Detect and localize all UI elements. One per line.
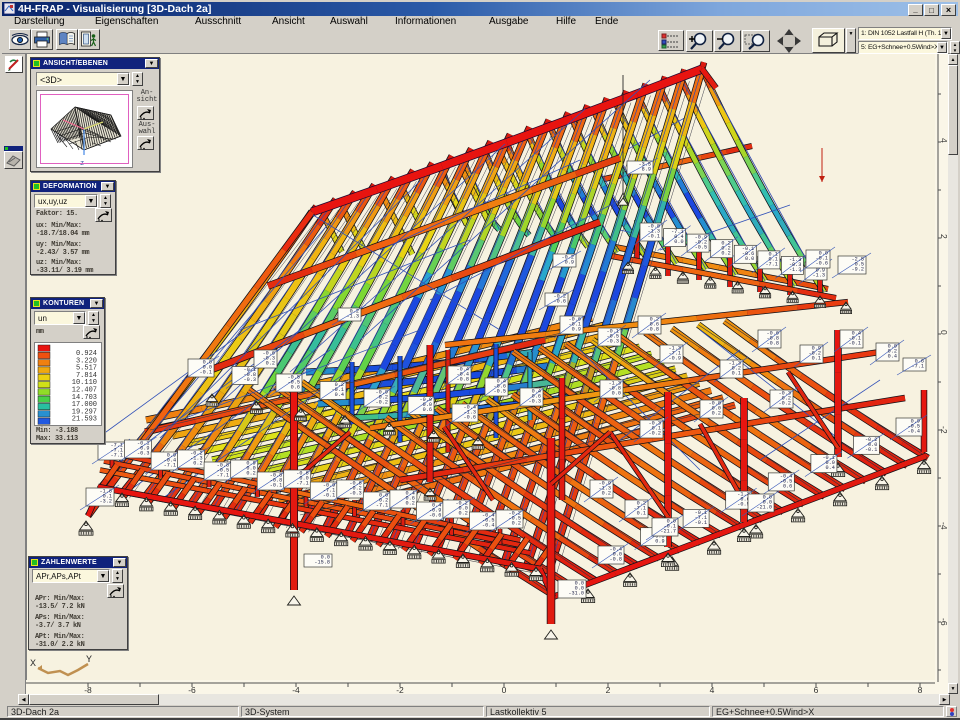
svg-text:-21.7: -21.7 (660, 529, 676, 535)
svg-text:0.2: 0.2 (246, 471, 255, 477)
svg-text:-0.8: -0.8 (647, 327, 659, 333)
svg-text:0.4: 0.4 (888, 354, 897, 360)
svg-text:-7.1: -7.1 (111, 453, 123, 459)
svg-text:-0.5: -0.5 (695, 245, 707, 251)
svg-text:0.4: 0.4 (335, 392, 344, 398)
svg-text:-0.4: -0.4 (482, 523, 494, 529)
svg-text:0: 0 (939, 330, 948, 335)
svg-text:0.0: 0.0 (745, 256, 754, 262)
svg-text:0.9: 0.9 (565, 260, 574, 266)
svg-text:-7.1: -7.1 (912, 364, 924, 370)
svg-text:-0.9: -0.9 (669, 356, 681, 362)
svg-text:0.6: 0.6 (423, 407, 432, 413)
svg-text:8.9: 8.9 (642, 167, 651, 173)
svg-text:0.9: 0.9 (572, 327, 581, 333)
svg-text:-21.0: -21.0 (756, 505, 772, 511)
svg-text:-9.2: -9.2 (852, 267, 864, 273)
svg-text:0.2: 0.2 (721, 250, 730, 256)
svg-text:0.2: 0.2 (193, 461, 202, 467)
svg-text:-0.3: -0.3 (137, 451, 149, 457)
svg-text:0.0: 0.0 (674, 239, 683, 245)
svg-text:-0.8: -0.8 (610, 557, 622, 563)
svg-text:-0.1: -0.1 (865, 447, 877, 453)
svg-text:-0.6: -0.6 (816, 261, 828, 267)
svg-text:-7.1: -7.1 (376, 503, 388, 509)
svg-text:-0.3: -0.3 (349, 491, 361, 497)
svg-text:-6: -6 (939, 618, 948, 626)
svg-text:0.6: 0.6 (291, 385, 300, 391)
svg-text:0.6: 0.6 (783, 484, 792, 490)
svg-text:-0.5: -0.5 (494, 389, 506, 395)
svg-text:-7.1: -7.1 (765, 262, 777, 268)
svg-text:0.1: 0.1 (637, 511, 646, 517)
svg-text:-0.6: -0.6 (464, 415, 476, 421)
svg-text:-7.1: -7.1 (296, 481, 308, 487)
svg-text:0.2: 0.2 (266, 361, 275, 367)
svg-text:-0.2: -0.2 (779, 401, 791, 407)
svg-text:0.2: 0.2 (712, 411, 721, 417)
svg-text:-1.3: -1.3 (789, 267, 801, 273)
svg-text:0.0: 0.0 (612, 391, 621, 397)
svg-text:-0.1: -0.1 (200, 370, 212, 376)
svg-text:-0.3: -0.3 (244, 377, 256, 383)
svg-text:0.2: 0.2 (406, 501, 415, 507)
svg-text:-0.6: -0.6 (554, 299, 566, 305)
svg-text:0.2: 0.2 (602, 491, 611, 497)
svg-text:0.1: 0.1 (812, 356, 821, 362)
svg-text:0.9: 0.9 (655, 538, 664, 544)
svg-text:21.593: 21.593 (72, 416, 97, 424)
svg-text:0.2: 0.2 (512, 521, 521, 527)
svg-text:-0.2: -0.2 (649, 431, 661, 437)
svg-text:-0.4: -0.4 (908, 429, 920, 435)
svg-text:-0.1: -0.1 (648, 234, 660, 240)
svg-text:-0.2: -0.2 (376, 400, 388, 406)
svg-text:-15.8: -15.8 (314, 560, 330, 566)
svg-text:-0.3: -0.3 (607, 339, 619, 345)
svg-text:-4: -4 (939, 522, 948, 530)
svg-text:0.1: 0.1 (732, 371, 741, 377)
svg-text:-0.1: -0.1 (323, 493, 335, 499)
svg-text:-1.3: -1.3 (347, 314, 359, 320)
svg-text:-1.3: -1.3 (813, 273, 825, 279)
svg-text:-0.8: -0.8 (767, 341, 779, 347)
svg-text:-0.3: -0.3 (529, 399, 541, 405)
svg-text:-0.1: -0.1 (695, 520, 707, 526)
svg-text:2: 2 (939, 234, 948, 239)
svg-text:0.4: 0.4 (826, 465, 835, 471)
svg-text:-3.2: -3.2 (100, 499, 112, 505)
svg-text:0.2: 0.2 (459, 511, 468, 517)
svg-text:X: X (30, 659, 36, 670)
svg-text:-2: -2 (939, 426, 948, 434)
svg-text:-0.1: -0.1 (270, 483, 282, 489)
svg-text:-7.1: -7.1 (164, 463, 176, 469)
svg-text:-0.8: -0.8 (457, 377, 469, 383)
svg-text:-7.1: -7.1 (217, 473, 229, 479)
svg-text:-0.6: -0.6 (429, 513, 441, 519)
svg-text:-31.0: -31.0 (568, 591, 584, 597)
svg-text:-0.1: -0.1 (849, 341, 861, 347)
svg-text:4: 4 (939, 138, 948, 143)
